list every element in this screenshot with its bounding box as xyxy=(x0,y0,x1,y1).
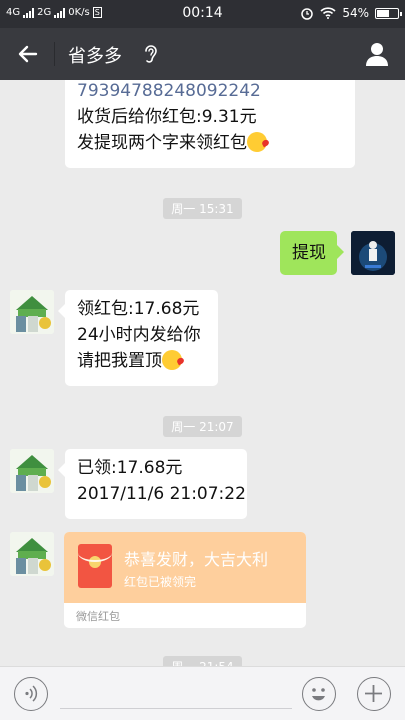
message-text-line: 发提现两个字来领红包 xyxy=(77,130,343,156)
avatar-contact[interactable] xyxy=(10,290,54,334)
kiss-emoji-icon xyxy=(162,350,182,370)
ear-icon xyxy=(145,45,157,63)
input-bar xyxy=(0,666,405,720)
plus-icon[interactable] xyxy=(357,677,391,711)
message-input[interactable] xyxy=(60,679,292,709)
header-divider xyxy=(54,42,55,66)
wifi-icon xyxy=(320,7,336,19)
red-packet-card[interactable]: 恭喜发财，大吉大利 红包已被领完 微信红包 xyxy=(64,532,306,628)
kiss-emoji-icon xyxy=(247,132,267,152)
message-text-line: 请把我置顶 xyxy=(77,348,206,374)
message-text-line: 领红包:17.68元 xyxy=(77,299,200,319)
avatar-contact-image xyxy=(10,532,54,576)
red-envelope-icon xyxy=(78,544,112,588)
timestamp: 周一 21:07 xyxy=(0,416,405,437)
message-text-line: 2017/11/6 21:07:22 xyxy=(77,484,246,504)
chat-area[interactable]: 79394788248092242 收货后给你红包:9.31元 发提现两个字来领… xyxy=(0,80,405,666)
red-packet-footer: 微信红包 xyxy=(76,610,120,623)
battery-icon xyxy=(375,7,402,19)
message-bubble-received[interactable]: 79394788248092242 收货后给你红包:9.31元 发提现两个字来领… xyxy=(65,80,355,168)
message-bubble-received[interactable]: 已领:17.68元 2017/11/6 21:07:22 xyxy=(58,449,247,519)
avatar-self[interactable] xyxy=(351,231,395,275)
alarm-icon xyxy=(301,8,314,20)
avatar-contact[interactable] xyxy=(10,532,54,576)
back-arrow-icon[interactable] xyxy=(14,40,42,68)
message-text-line: 24小时内发给你 xyxy=(77,325,201,345)
status-right: 54% xyxy=(300,6,402,20)
message-text: 提现 xyxy=(292,243,326,263)
avatar-contact-image xyxy=(10,449,54,493)
message-text-line: 已领:17.68元 xyxy=(77,458,183,478)
avatar-contact-image xyxy=(10,290,54,334)
battery-percent: 54% xyxy=(342,6,369,20)
timestamp: 周一 21:54 xyxy=(0,656,405,666)
message-text-line: 收货后给你红包:9.31元 xyxy=(77,107,257,127)
status-bar: 4G 2G 0K/s S 00:14 54% xyxy=(0,0,405,28)
order-number-link[interactable]: 79394788248092242 xyxy=(77,80,343,104)
chat-title: 省多多 xyxy=(68,46,122,67)
red-packet-top: 恭喜发财，大吉大利 红包已被领完 xyxy=(64,532,306,603)
person-icon[interactable] xyxy=(363,40,391,68)
avatar-self-image xyxy=(351,231,395,275)
avatar-contact[interactable] xyxy=(10,449,54,493)
chat-header: 省多多 xyxy=(0,28,405,80)
message-bubble-received[interactable]: 领红包:17.68元 24小时内发给你 请把我置顶 xyxy=(58,290,218,386)
voice-icon[interactable] xyxy=(14,677,48,711)
message-bubble-sent[interactable]: 提现 xyxy=(280,231,344,275)
emoji-icon[interactable] xyxy=(302,677,336,711)
red-packet-title: 恭喜发财，大吉大利 xyxy=(124,550,269,569)
timestamp: 周一 15:31 xyxy=(0,198,405,219)
red-packet-status: 红包已被领完 xyxy=(124,575,197,589)
